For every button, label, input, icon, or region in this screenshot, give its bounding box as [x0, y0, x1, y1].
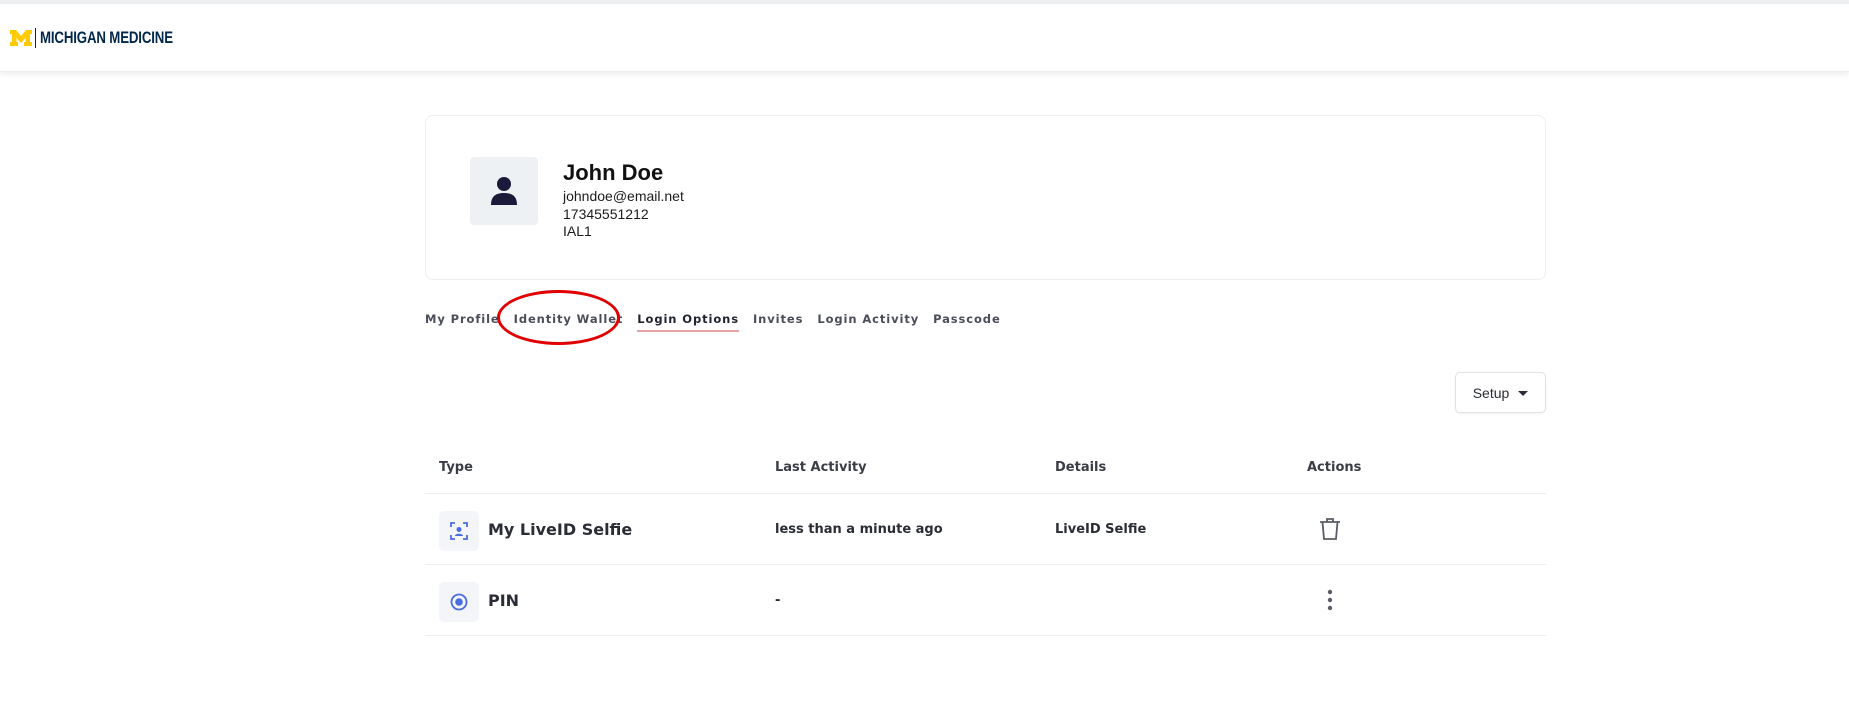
- column-header-last-activity: Last Activity: [775, 460, 867, 475]
- face-scan-icon: [439, 511, 479, 551]
- profile-assurance-level: IAL1: [563, 223, 592, 239]
- profile-card: John Doe johndoe@email.net 17345551212 I…: [425, 115, 1546, 280]
- radio-pin-icon: [439, 582, 479, 622]
- caret-down-icon: [1518, 390, 1529, 396]
- michigan-medicine-logo[interactable]: MICHIGAN MEDICINE: [10, 26, 210, 50]
- column-header-actions: Actions: [1307, 460, 1362, 475]
- table-row: PIN -: [425, 565, 1546, 636]
- user-icon: [491, 177, 517, 205]
- logo-divider: [35, 28, 36, 48]
- setup-dropdown-button[interactable]: Setup: [1455, 372, 1546, 413]
- tab-passcode[interactable]: Passcode: [933, 310, 1001, 332]
- profile-tabs: My Profile Identity Wallet Login Options…: [425, 310, 1015, 334]
- table-header: Type Last Activity Details Actions: [425, 450, 1546, 494]
- last-activity-value: less than a minute ago: [775, 522, 943, 537]
- kebab-menu-icon[interactable]: [1315, 585, 1345, 615]
- logo-wordmark: MICHIGAN MEDICINE: [40, 28, 173, 47]
- block-m-icon: [10, 30, 32, 46]
- profile-phone: 17345551212: [563, 206, 649, 222]
- avatar[interactable]: [470, 157, 538, 225]
- trash-icon[interactable]: [1315, 514, 1345, 544]
- setup-label: Setup: [1472, 384, 1510, 401]
- column-header-type: Type: [439, 460, 473, 475]
- app-header: MICHIGAN MEDICINE: [0, 4, 1849, 72]
- tab-my-profile[interactable]: My Profile: [425, 310, 500, 332]
- table-row: My LiveID Selfie less than a minute ago …: [425, 494, 1546, 565]
- details-value: LiveID Selfie: [1055, 522, 1147, 537]
- login-options-table: Type Last Activity Details Actions My Li…: [425, 450, 1546, 636]
- tab-login-activity[interactable]: Login Activity: [817, 310, 919, 332]
- column-header-details: Details: [1055, 460, 1107, 475]
- login-type-name: PIN: [488, 591, 520, 610]
- profile-name: John Doe: [563, 160, 664, 185]
- login-type-name: My LiveID Selfie: [488, 520, 633, 539]
- last-activity-value: -: [775, 593, 781, 608]
- tab-identity-wallet[interactable]: Identity Wallet: [514, 310, 624, 332]
- profile-email: johndoe@email.net: [563, 188, 684, 204]
- tab-invites[interactable]: Invites: [753, 310, 803, 332]
- tab-login-options[interactable]: Login Options: [637, 310, 739, 332]
